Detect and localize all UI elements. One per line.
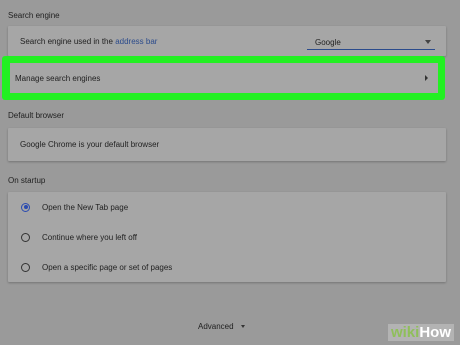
radio-button[interactable] [21, 262, 30, 272]
default-browser-card: Google Chrome is your default browser [8, 128, 446, 161]
address-bar-link[interactable]: address bar [115, 37, 157, 46]
watermark-how: How [419, 324, 451, 341]
search-engine-label: Search engine used in the [20, 36, 113, 46]
search-engine-select[interactable]: Google [307, 35, 435, 50]
search-engine-row: Search engine used in the address bar Go… [8, 26, 446, 56]
wikihow-watermark: wikiHow [387, 324, 454, 341]
watermark-wiki: wiki [390, 324, 420, 341]
startup-option-continue[interactable]: Continue where you left off [8, 222, 446, 252]
search-engine-card: Search engine used in the address bar Go… [8, 26, 446, 56]
startup-card: Open the New Tab page Continue where you… [8, 192, 446, 282]
startup-option-label: Open a specific page or set of pages [42, 262, 173, 272]
default-browser-section-title: Default browser [8, 111, 65, 120]
default-browser-row: Google Chrome is your default browser [8, 128, 446, 161]
startup-option-new-tab[interactable]: Open the New Tab page [8, 192, 446, 222]
advanced-toggle[interactable]: Advanced [198, 322, 245, 331]
manage-search-engines-row[interactable]: Manage search engines [10, 63, 438, 93]
startup-option-label: Open the New Tab page [42, 202, 129, 212]
manage-search-engines-label: Manage search engines [15, 73, 101, 83]
radio-button[interactable] [21, 232, 30, 242]
advanced-label: Advanced [198, 322, 234, 331]
search-engine-section-title: Search engine [8, 11, 60, 20]
default-browser-status: Google Chrome is your default browser [20, 140, 160, 149]
startup-section-title: On startup [8, 176, 46, 185]
chevron-down-icon [240, 325, 245, 328]
search-engine-selected-value: Google [315, 38, 341, 47]
startup-option-label: Continue where you left off [42, 232, 138, 242]
chevron-down-icon [425, 40, 431, 44]
chevron-right-icon [425, 75, 428, 81]
radio-button-checked[interactable] [21, 202, 30, 212]
startup-option-specific-pages[interactable]: Open a specific page or set of pages [8, 252, 446, 282]
highlight-box: Manage search engines [2, 56, 445, 100]
